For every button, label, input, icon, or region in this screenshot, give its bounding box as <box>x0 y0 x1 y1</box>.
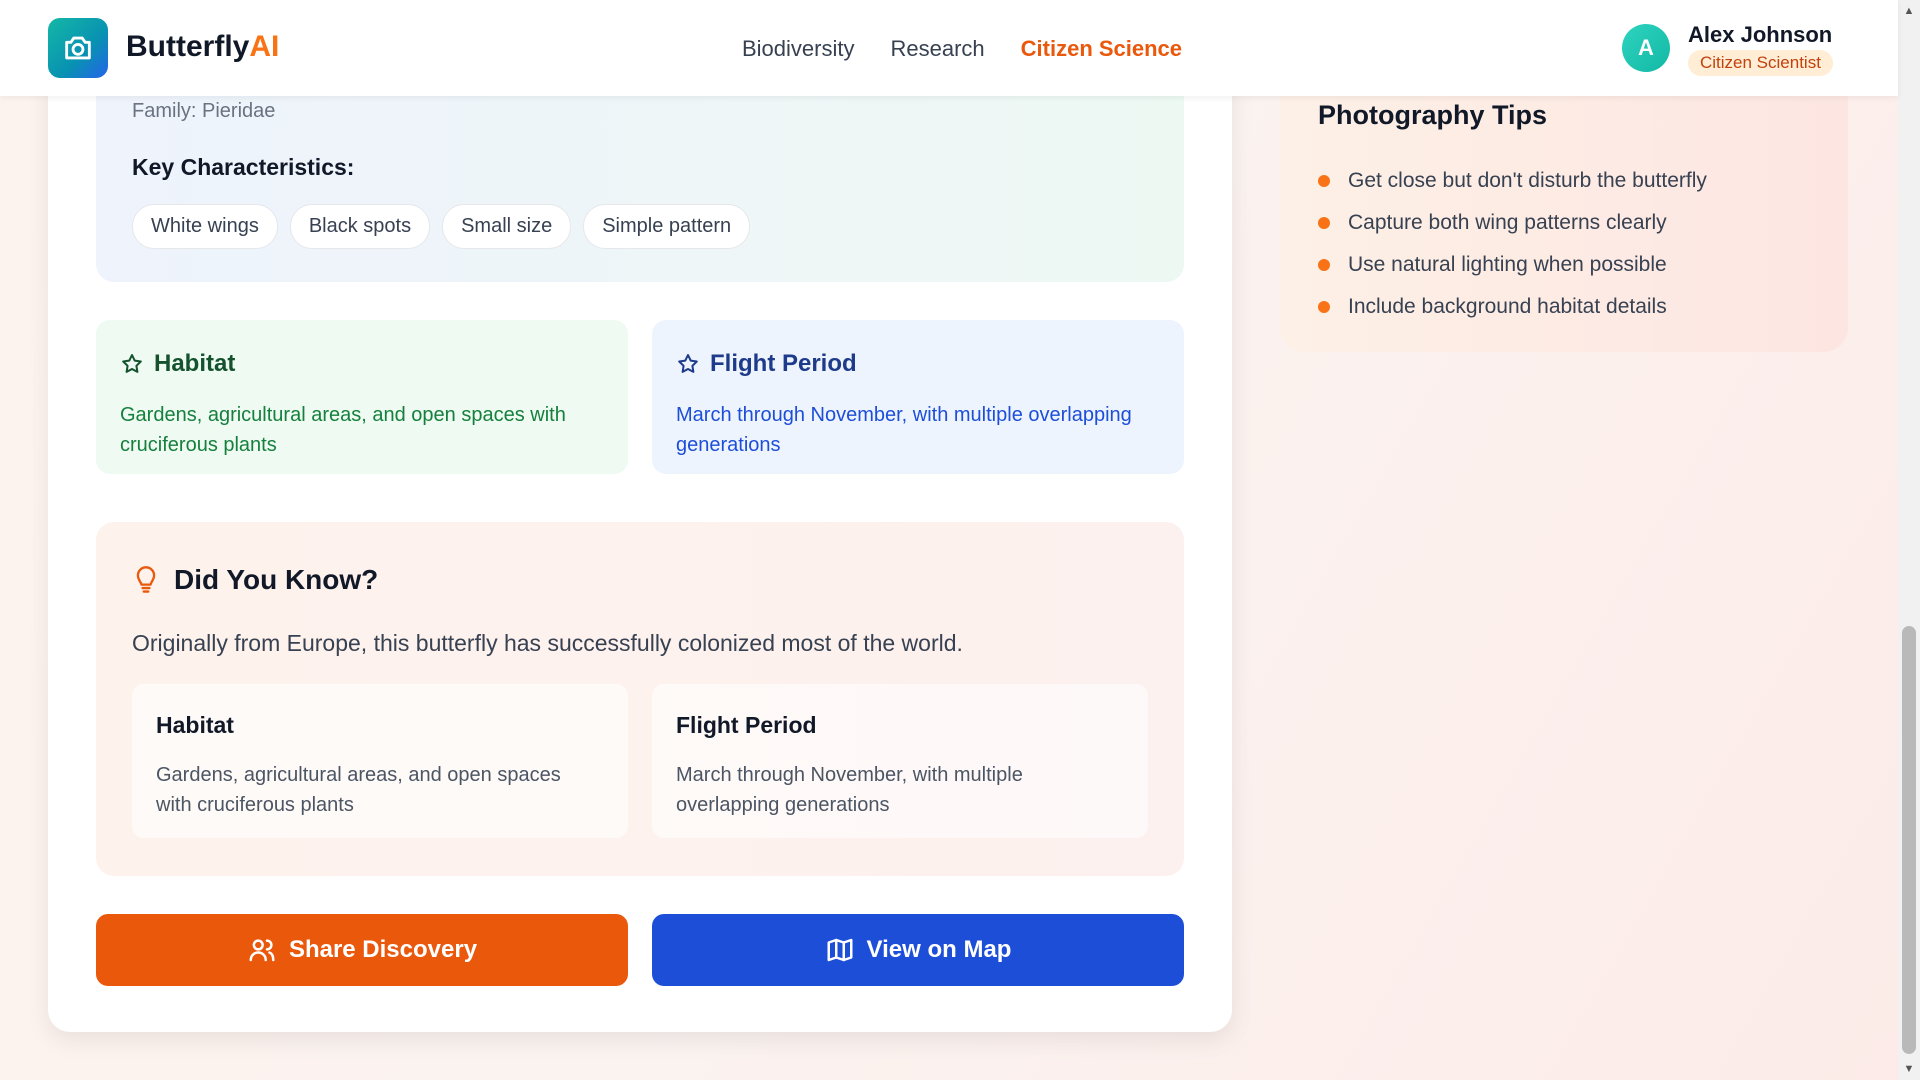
brand-accent: AI <box>249 30 280 63</box>
nav-research[interactable]: Research <box>890 36 984 62</box>
user-role-badge: Citizen Scientist <box>1688 50 1833 76</box>
brand-name[interactable]: ButterflyAI <box>126 30 279 64</box>
bullet-icon <box>1318 217 1330 229</box>
habitat-card: Habitat Gardens, agricultural areas, and… <box>96 320 628 474</box>
nav-biodiversity[interactable]: Biodiversity <box>742 36 854 62</box>
logo[interactable] <box>48 18 108 78</box>
avatar[interactable]: A <box>1622 24 1670 72</box>
top-header: ButterflyAI Biodiversity Research Citize… <box>0 0 1898 96</box>
list-item: Capture both wing patterns clearly <box>1318 202 1707 244</box>
dyk-habitat-text: Gardens, agricultural areas, and open sp… <box>156 764 561 816</box>
dyk-habitat-title: Habitat <box>156 712 234 738</box>
star-icon <box>122 354 142 373</box>
bullet-icon <box>1318 301 1330 313</box>
users-icon <box>249 939 275 962</box>
star-icon <box>678 354 698 373</box>
brand-main: Butterfly <box>126 30 250 63</box>
chip-black-spots: Black spots <box>289 204 431 249</box>
scroll-down-icon[interactable]: ▼ <box>1902 1062 1916 1076</box>
tip-text: Use natural lighting when possible <box>1348 253 1667 276</box>
lightbulb-icon <box>136 566 156 593</box>
flight-period-card: Flight Period March through November, wi… <box>652 320 1184 474</box>
list-item: Include background habitat details <box>1318 286 1707 328</box>
flight-period-title: Flight Period <box>710 350 857 377</box>
dyk-flight-text: March through November, with multiple ov… <box>676 764 1023 816</box>
family-label: Family: Pieridae <box>132 100 276 122</box>
list-item: Use natural lighting when possible <box>1318 244 1707 286</box>
habitat-title: Habitat <box>154 350 236 377</box>
bullet-icon <box>1318 259 1330 271</box>
dyk-flight-card: Flight Period March through November, wi… <box>652 684 1148 838</box>
photography-tips-card: Photography Tips Get close but don't dis… <box>1280 60 1848 352</box>
list-item: Get close but don't disturb the butterfl… <box>1318 160 1707 202</box>
tip-text: Include background habitat details <box>1348 295 1667 318</box>
chip-white-wings: White wings <box>132 204 278 249</box>
map-icon <box>827 938 853 962</box>
characteristic-chips: White wings Black spots Small size Simpl… <box>132 204 751 249</box>
bullet-icon <box>1318 175 1330 187</box>
user-name: Alex Johnson <box>1688 22 1833 47</box>
scroll-up-icon[interactable]: ▲ <box>1902 4 1916 18</box>
main-nav: Biodiversity Research Citizen Science <box>742 36 1182 62</box>
did-you-know-title: Did You Know? <box>174 564 379 595</box>
dyk-habitat-card: Habitat Gardens, agricultural areas, and… <box>132 684 628 838</box>
chip-small-size: Small size <box>442 204 572 249</box>
flight-period-text: March through November, with multiple ov… <box>676 404 1132 456</box>
did-you-know-text: Originally from Europe, this butterfly h… <box>132 630 963 656</box>
share-discovery-label: Share Discovery <box>288 936 478 963</box>
species-card: Family: Pieridae Key Characteristics: Wh… <box>48 60 1232 1032</box>
tip-text: Capture both wing patterns clearly <box>1348 211 1667 234</box>
page-scrollbar[interactable]: ▲ ▼ <box>1898 0 1920 1080</box>
did-you-know-panel: Did You Know? Originally from Europe, th… <box>96 522 1184 876</box>
tips-list: Get close but don't disturb the butterfl… <box>1318 160 1707 328</box>
view-on-map-label: View on Map <box>866 936 1012 963</box>
nav-citizen-science[interactable]: Citizen Science <box>1021 36 1182 62</box>
key-characteristics-title: Key Characteristics: <box>132 154 355 180</box>
share-discovery-button[interactable]: Share Discovery <box>96 914 628 986</box>
scroll-thumb[interactable] <box>1902 626 1916 1054</box>
dyk-flight-title: Flight Period <box>676 712 817 738</box>
view-on-map-button[interactable]: View on Map <box>652 914 1184 986</box>
camera-icon <box>65 36 91 60</box>
photography-tips-title: Photography Tips <box>1318 100 1548 130</box>
chip-simple-pattern: Simple pattern <box>583 204 751 249</box>
habitat-text: Gardens, agricultural areas, and open sp… <box>120 404 566 456</box>
tip-text: Get close but don't disturb the butterfl… <box>1348 169 1707 192</box>
